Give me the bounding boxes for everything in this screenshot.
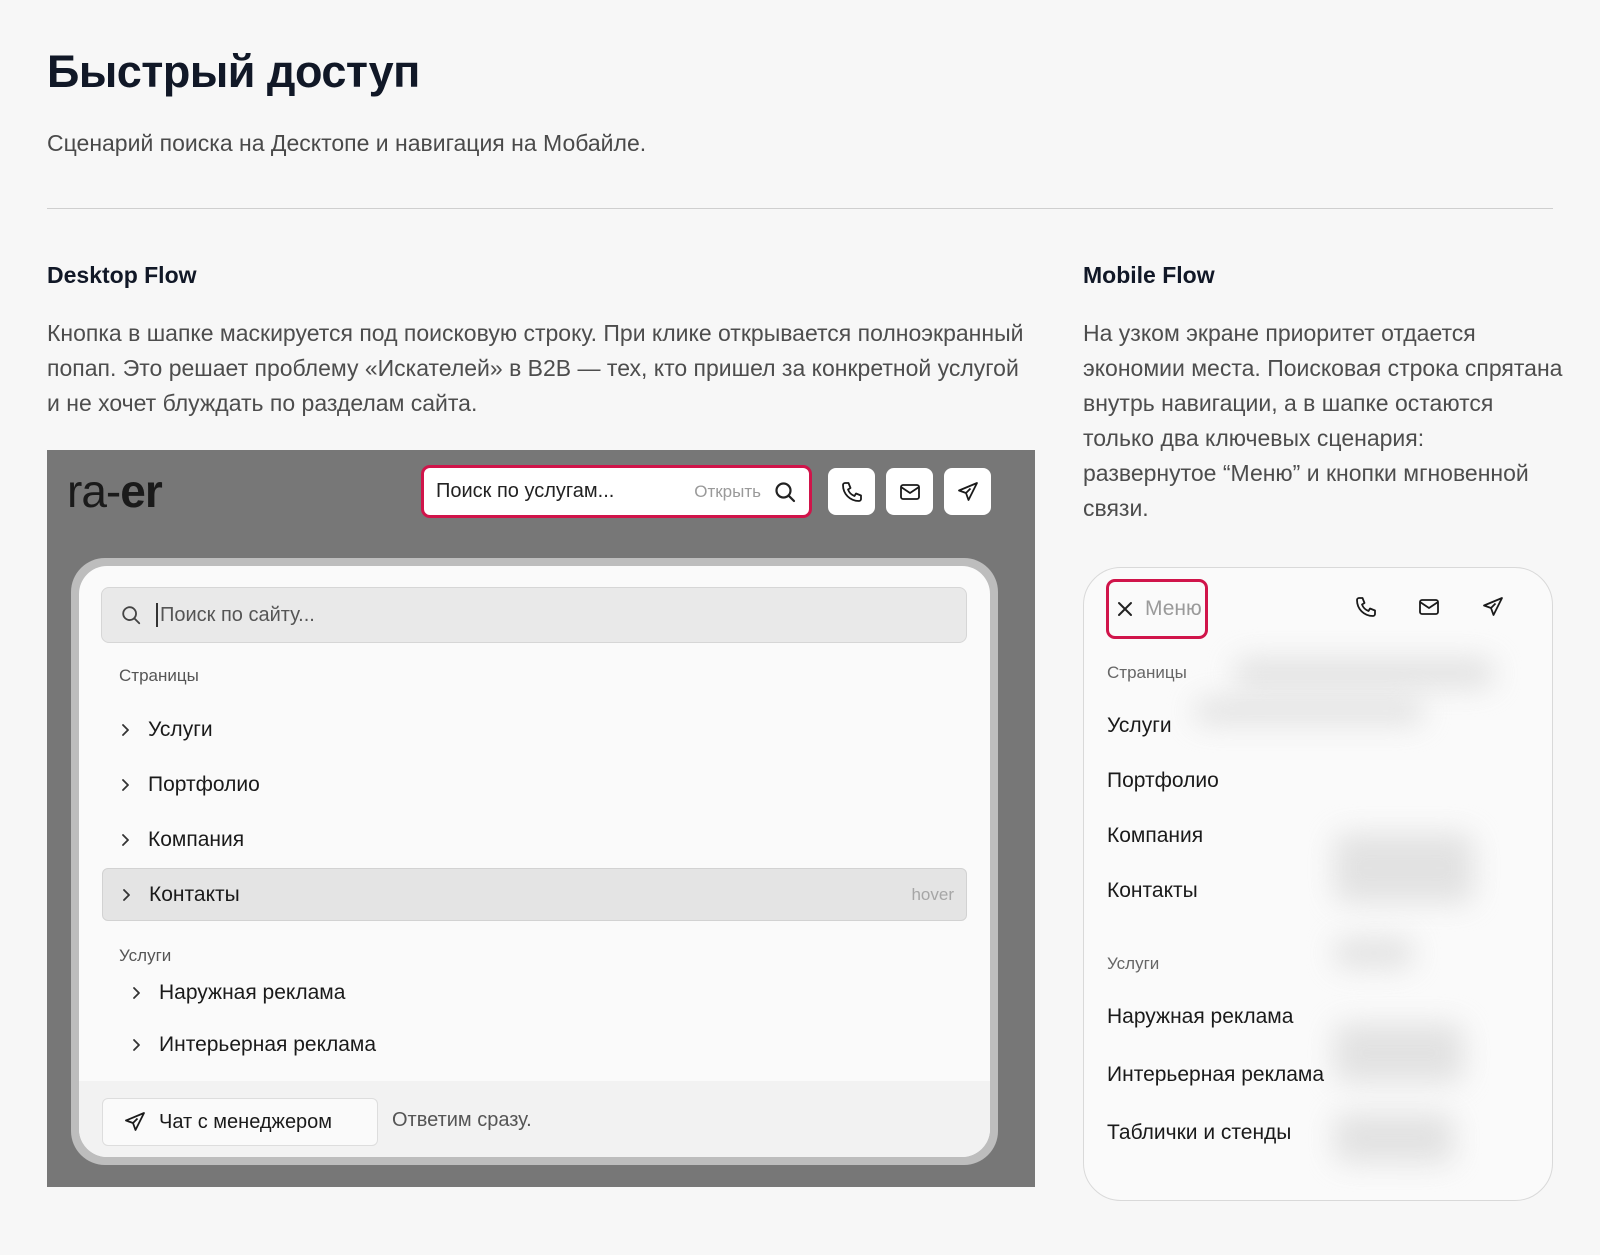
services-group-label: Услуги	[119, 946, 172, 965]
chevron-right-icon	[118, 778, 148, 792]
site-search-placeholder: Поиск по сайту...	[160, 603, 315, 626]
popup-service-interior[interactable]: Интерьерная реклама	[129, 1025, 376, 1065]
mobile-flow-heading: Mobile Flow	[1083, 262, 1215, 288]
mail-icon	[898, 480, 922, 504]
divider	[47, 208, 1553, 209]
chevron-right-icon	[129, 986, 159, 1000]
mobile-service-signs[interactable]: Таблички и стенды	[1107, 1121, 1291, 1145]
chevron-right-icon	[119, 888, 149, 902]
pages-group-label: Страницы	[119, 666, 199, 685]
mobile-service-outdoor[interactable]: Наружная реклама	[1107, 1005, 1293, 1029]
telegram-button[interactable]	[944, 468, 991, 515]
logo: ra-er	[67, 465, 163, 517]
mobile-flow-description: На узком экране приоритет отдается эконо…	[1083, 320, 1563, 521]
mobile-item-contacts[interactable]: Контакты	[1107, 879, 1198, 903]
mobile-item-portfolio[interactable]: Портфолио	[1107, 769, 1219, 793]
blurred-content	[1334, 1023, 1464, 1083]
telegram-icon	[956, 480, 980, 504]
mail-button[interactable]	[886, 468, 933, 515]
mobile-menu-button[interactable]: Меню	[1106, 579, 1208, 639]
chat-note: Ответим сразу.	[392, 1109, 532, 1131]
search-icon	[773, 480, 797, 504]
telegram-icon	[123, 1110, 159, 1134]
chevron-right-icon	[118, 723, 148, 737]
page-title: Быстрый доступ	[47, 46, 420, 97]
blurred-content	[1334, 833, 1474, 903]
mobile-item-company[interactable]: Компания	[1107, 824, 1203, 848]
chevron-right-icon	[129, 1038, 159, 1052]
phone-button[interactable]	[828, 468, 875, 515]
mail-icon[interactable]	[1417, 595, 1441, 619]
hover-hint: hover	[911, 884, 954, 904]
popup-item-company[interactable]: Компания	[102, 813, 967, 866]
page-subtitle: Сценарий поиска на Десктопе и навигация …	[47, 130, 647, 156]
popup-item-contacts[interactable]: Контакты hover	[102, 868, 967, 921]
blurred-content	[1334, 938, 1414, 968]
header-search-label: Поиск по услугам...	[436, 480, 615, 502]
mobile-service-interior[interactable]: Интерьерная реклама	[1107, 1063, 1324, 1087]
blurred-content	[1234, 658, 1494, 688]
chevron-right-icon	[118, 833, 148, 847]
popup-item-portfolio[interactable]: Портфолио	[102, 758, 967, 811]
search-popup: Поиск по сайту... Страницы Услуги Портфо…	[79, 566, 990, 1157]
blurred-content	[1194, 698, 1424, 724]
header-search-button[interactable]: Поиск по услугам... Открыть	[421, 465, 812, 518]
popup-service-outdoor[interactable]: Наружная реклама	[129, 973, 345, 1013]
close-icon	[1117, 601, 1133, 617]
text-caret	[156, 603, 158, 627]
desktop-flow-heading: Desktop Flow	[47, 262, 197, 288]
popup-item-services[interactable]: Услуги	[102, 703, 967, 756]
header-search-hint: Открыть	[694, 481, 761, 501]
desktop-flow-description: Кнопка в шапке маскируется под поисковую…	[47, 320, 1024, 416]
mobile-mockup: Меню Страницы Услуги Портфолио Компания …	[1083, 567, 1553, 1201]
mobile-services-group-label: Услуги	[1107, 954, 1160, 973]
search-icon	[120, 604, 142, 626]
phone-icon	[840, 480, 864, 504]
mobile-item-services[interactable]: Услуги	[1107, 714, 1172, 738]
desktop-mockup: ra-er Поиск по услугам... Открыть Поиск …	[47, 450, 1035, 1187]
mobile-pages-group-label: Страницы	[1107, 663, 1187, 682]
telegram-icon[interactable]	[1481, 595, 1505, 619]
chat-manager-button[interactable]: Чат с менеджером	[102, 1098, 378, 1146]
phone-icon[interactable]	[1354, 595, 1378, 619]
blurred-content	[1334, 1113, 1454, 1163]
site-search-input[interactable]: Поиск по сайту...	[101, 587, 967, 643]
